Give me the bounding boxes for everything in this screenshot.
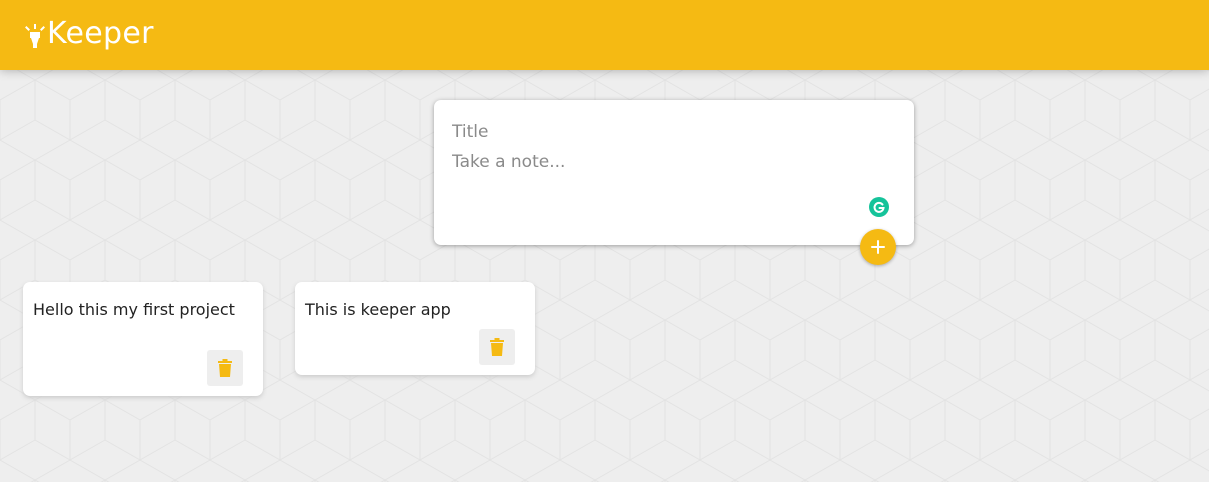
create-note-form [434, 100, 914, 265]
grammarly-icon[interactable] [869, 197, 889, 217]
delete-note-button[interactable] [479, 329, 515, 365]
delete-icon [218, 359, 232, 377]
delete-icon [490, 338, 504, 356]
add-note-button[interactable] [860, 229, 896, 265]
note-content: This is keeper app [305, 300, 451, 319]
app-logo: Keeper [25, 14, 154, 54]
highlight-lightbulb-icon [25, 24, 45, 48]
note-title-input[interactable] [452, 120, 892, 144]
note-card: This is keeper app [295, 282, 535, 375]
note-card: Hello this my first project [23, 282, 263, 396]
delete-note-button[interactable] [207, 350, 243, 386]
app-title: Keeper [47, 16, 154, 51]
app-header: Keeper [0, 0, 1209, 70]
note-content-input[interactable] [452, 152, 892, 222]
add-icon [871, 240, 885, 254]
note-content: Hello this my first project [33, 300, 235, 319]
